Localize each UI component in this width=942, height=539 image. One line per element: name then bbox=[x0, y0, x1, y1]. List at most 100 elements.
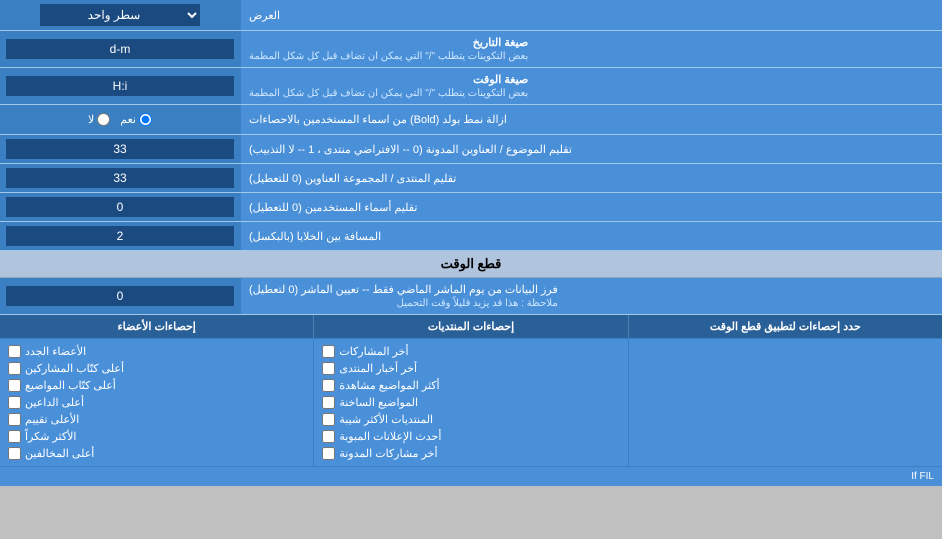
member-stats-col: الأعضاء الجدد أعلى كتّاب المشاركين أعلى … bbox=[0, 339, 313, 466]
bold-yes-text: نعم bbox=[120, 113, 136, 126]
forum-stat-7-label: أخر مشاركات المدونة bbox=[339, 447, 437, 460]
member-stat-4-checkbox[interactable] bbox=[8, 396, 21, 409]
forum-stats-col: أخر المشاركات أخر أخبار المنتدى أكثر الم… bbox=[313, 339, 627, 466]
member-stat-2-label: أعلى كتّاب المشاركين bbox=[25, 362, 124, 375]
main-title-text: العرض bbox=[249, 9, 280, 22]
bold-yes-radio[interactable] bbox=[139, 113, 152, 126]
date-format-row: صيغة التاريخ بعض التكوينات يتطلب "/" الت… bbox=[0, 31, 942, 68]
member-stat-1-item: الأعضاء الجدد bbox=[8, 343, 305, 360]
bottom-note: If FIL bbox=[0, 466, 942, 486]
stats-col2-header-text: إحصاءات المنتديات bbox=[428, 321, 514, 333]
forum-titles-input[interactable] bbox=[6, 168, 234, 188]
cell-spacing-input[interactable] bbox=[6, 226, 234, 246]
stats-col1-header-text: إحصاءات الأعضاء bbox=[118, 321, 196, 333]
bold-yes-label: نعم bbox=[120, 113, 152, 126]
date-format-title: صيغة التاريخ bbox=[249, 36, 528, 49]
forum-stat-4-checkbox[interactable] bbox=[322, 396, 335, 409]
member-stat-7-label: أعلى المخالفين bbox=[25, 447, 94, 460]
member-stat-1-label: الأعضاء الجدد bbox=[25, 345, 86, 358]
forum-stat-5-label: المنتديات الأكثر شيبة bbox=[339, 413, 433, 426]
time-cutoff-label: فرز البيانات من يوم الماشر الماضي فقط --… bbox=[240, 278, 942, 314]
time-format-input[interactable] bbox=[6, 76, 234, 96]
time-format-sub: بعض التكوينات يتطلب "/" التي يمكن ان تضا… bbox=[249, 88, 528, 99]
user-names-input[interactable] bbox=[6, 197, 234, 217]
header-row: العرض سطر واحد سطرين ثلاثة أسطر bbox=[0, 0, 942, 31]
topic-titles-text: تقليم الموضوع / العناوين المدونة (0 -- ا… bbox=[249, 143, 572, 156]
member-stat-6-checkbox[interactable] bbox=[8, 430, 21, 443]
date-format-input[interactable] bbox=[6, 39, 234, 59]
main-container: العرض سطر واحد سطرين ثلاثة أسطر صيغة الت… bbox=[0, 0, 942, 486]
forum-stat-4-label: المواضيع الساخنة bbox=[339, 396, 418, 409]
time-cutoff-input[interactable] bbox=[6, 286, 234, 306]
date-format-sub: بعض التكوينات يتطلب "/" التي يمكن ان تضا… bbox=[249, 51, 528, 62]
forum-stat-4-item: المواضيع الساخنة bbox=[322, 394, 619, 411]
forum-stat-2-checkbox[interactable] bbox=[322, 362, 335, 375]
member-stat-3-checkbox[interactable] bbox=[8, 379, 21, 392]
forum-stat-2-item: أخر أخبار المنتدى bbox=[322, 360, 619, 377]
forum-stat-3-checkbox[interactable] bbox=[322, 379, 335, 392]
stats-title-cell: حدد إحصاءات لتطبيق قطع الوقت bbox=[628, 315, 942, 338]
member-stat-5-label: الأعلى تقييم bbox=[25, 413, 79, 426]
member-stat-7-item: أعلى المخالفين bbox=[8, 445, 305, 462]
forum-titles-input-cell bbox=[0, 164, 240, 192]
user-names-label: تقليم أسماء المستخدمين (0 للتعطيل) bbox=[240, 193, 942, 221]
forum-titles-text: تقليم المنتدى / المجموعة العناوين (0 للت… bbox=[249, 172, 456, 185]
time-format-input-cell bbox=[0, 68, 240, 104]
time-cutoff-title: قطع الوقت bbox=[441, 256, 502, 271]
empty-left-col bbox=[628, 339, 942, 466]
bold-radio-group: نعم لا bbox=[80, 109, 160, 130]
member-stat-5-item: الأعلى تقييم bbox=[8, 411, 305, 428]
member-stat-3-item: أعلى كتّاب المواضيع bbox=[8, 377, 305, 394]
topic-titles-input[interactable] bbox=[6, 139, 234, 159]
member-stat-3-label: أعلى كتّاب المواضيع bbox=[25, 379, 116, 392]
bold-no-text: لا bbox=[88, 113, 94, 126]
line-mode-select[interactable]: سطر واحد سطرين ثلاثة أسطر bbox=[40, 4, 200, 26]
member-stat-2-checkbox[interactable] bbox=[8, 362, 21, 375]
time-format-label: صيغة الوقت بعض التكوينات يتطلب "/" التي … bbox=[240, 68, 942, 104]
time-format-title: صيغة الوقت bbox=[249, 73, 528, 86]
user-names-text: تقليم أسماء المستخدمين (0 للتعطيل) bbox=[249, 201, 417, 214]
forum-titles-row: تقليم المنتدى / المجموعة العناوين (0 للت… bbox=[0, 164, 942, 193]
user-names-row: تقليم أسماء المستخدمين (0 للتعطيل) bbox=[0, 193, 942, 222]
user-names-input-cell bbox=[0, 193, 240, 221]
member-stat-6-label: الأكثر شكراً bbox=[25, 430, 76, 443]
forum-stat-7-checkbox[interactable] bbox=[322, 447, 335, 460]
topic-titles-row: تقليم الموضوع / العناوين المدونة (0 -- ا… bbox=[0, 135, 942, 164]
bold-no-radio[interactable] bbox=[97, 113, 110, 126]
time-cutoff-row: فرز البيانات من يوم الماشر الماضي فقط --… bbox=[0, 278, 942, 315]
cell-spacing-text: المسافة بين الخلايا (بالبكسل) bbox=[249, 230, 381, 243]
cell-spacing-row: المسافة بين الخلايا (بالبكسل) bbox=[0, 222, 942, 251]
date-format-label: صيغة التاريخ بعض التكوينات يتطلب "/" الت… bbox=[240, 31, 942, 67]
member-stat-1-checkbox[interactable] bbox=[8, 345, 21, 358]
forum-titles-label: تقليم المنتدى / المجموعة العناوين (0 للت… bbox=[240, 164, 942, 192]
line-mode-cell: سطر واحد سطرين ثلاثة أسطر bbox=[0, 0, 240, 30]
forum-stat-5-checkbox[interactable] bbox=[322, 413, 335, 426]
forum-stat-7-item: أخر مشاركات المدونة bbox=[322, 445, 619, 462]
stats-header-row: حدد إحصاءات لتطبيق قطع الوقت إحصاءات الم… bbox=[0, 315, 942, 339]
time-cutoff-main-text: فرز البيانات من يوم الماشر الماضي فقط --… bbox=[249, 283, 558, 296]
member-stat-4-label: أعلى الداعين bbox=[25, 396, 84, 409]
member-stat-7-checkbox[interactable] bbox=[8, 447, 21, 460]
time-format-row: صيغة الوقت بعض التكوينات يتطلب "/" التي … bbox=[0, 68, 942, 105]
bold-remove-label: ازالة نمط بولد (Bold) من اسماء المستخدمي… bbox=[240, 105, 942, 134]
bold-remove-row: ازالة نمط بولد (Bold) من اسماء المستخدمي… bbox=[0, 105, 942, 135]
forum-stat-1-label: أخر المشاركات bbox=[339, 345, 408, 358]
stats-col2-header: إحصاءات المنتديات bbox=[313, 315, 627, 338]
stats-section: حدد إحصاءات لتطبيق قطع الوقت إحصاءات الم… bbox=[0, 315, 942, 486]
member-stat-4-item: أعلى الداعين bbox=[8, 394, 305, 411]
date-format-input-cell bbox=[0, 31, 240, 67]
forum-stat-5-item: المنتديات الأكثر شيبة bbox=[322, 411, 619, 428]
bold-no-label: لا bbox=[88, 113, 110, 126]
member-stat-5-checkbox[interactable] bbox=[8, 413, 21, 426]
forum-stat-1-checkbox[interactable] bbox=[322, 345, 335, 358]
forum-stat-6-item: أحدث الإعلانات المبوبة bbox=[322, 428, 619, 445]
forum-stat-6-checkbox[interactable] bbox=[322, 430, 335, 443]
stats-col1-header: إحصاءات الأعضاء bbox=[0, 315, 313, 338]
forum-stat-3-label: أكثر المواضيع مشاهدة bbox=[339, 379, 439, 392]
bold-remove-text: ازالة نمط بولد (Bold) من اسماء المستخدمي… bbox=[249, 113, 507, 126]
main-title-label: العرض bbox=[240, 0, 942, 30]
forum-stat-6-label: أحدث الإعلانات المبوبة bbox=[339, 430, 441, 443]
bold-remove-cell: نعم لا bbox=[0, 105, 240, 134]
member-stat-2-item: أعلى كتّاب المشاركين bbox=[8, 360, 305, 377]
topic-titles-input-cell bbox=[0, 135, 240, 163]
